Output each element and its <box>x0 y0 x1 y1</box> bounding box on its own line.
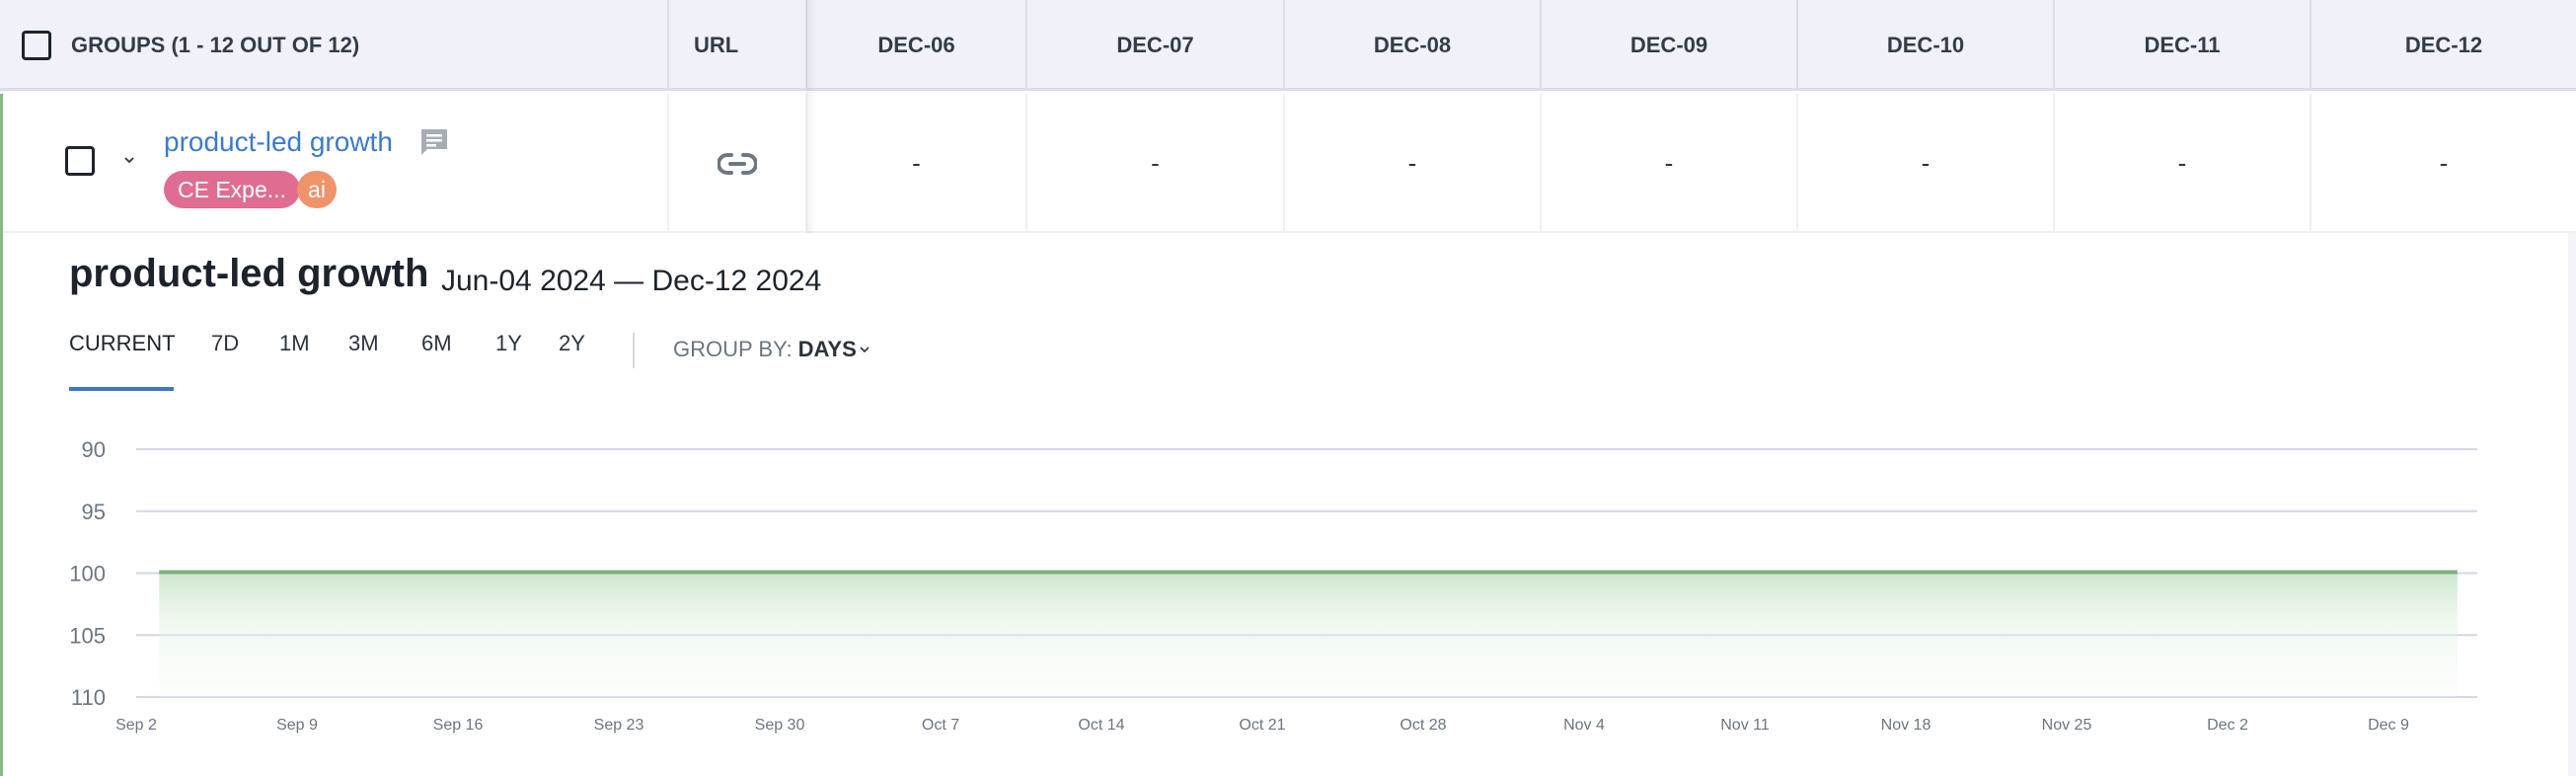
comment-icon[interactable] <box>419 127 449 157</box>
tab-3m[interactable]: 3M <box>348 331 379 356</box>
cell-value: - <box>1664 148 1674 178</box>
value-cell: - <box>2055 94 2311 233</box>
value-cell: - <box>2311 94 2576 233</box>
tab-6m[interactable]: 6M <box>421 331 452 356</box>
tabs-divider <box>633 333 635 368</box>
date-column-header[interactable]: DEC-06 <box>807 0 1027 91</box>
date-column-header[interactable]: DEC-08 <box>1285 0 1542 91</box>
tag-badge[interactable]: ai <box>297 171 337 208</box>
x-tick-label: Dec 2 <box>2207 717 2248 734</box>
y-tick-label: 110 <box>71 685 106 710</box>
table-header: GROUPS (1 - 12 OUT OF 12) URL DEC-06 DEC… <box>0 0 2576 91</box>
chevron-down-icon <box>860 343 870 356</box>
date-column-header[interactable]: DEC-09 <box>1542 0 1798 91</box>
group-by-value: DAYS <box>797 337 857 361</box>
x-tick-label: Sep 2 <box>115 717 157 734</box>
y-tick-label: 100 <box>69 562 106 586</box>
value-cell: - <box>1027 94 1285 233</box>
group-name-link[interactable]: product-led growth <box>164 126 393 158</box>
date-header-label: DEC-12 <box>2404 33 2483 57</box>
tab-1m[interactable]: 1M <box>279 331 310 356</box>
chart-svg: 90 95 100 105 110 Sep 2 Sep 9 Sep 16 Sep 23 Sep … <box>69 437 2477 734</box>
active-tab-indicator <box>69 387 174 391</box>
group-cell: product-led growth CE Expe... ai <box>0 94 669 233</box>
groups-column-header: GROUPS (1 - 12 OUT OF 12) <box>0 0 669 91</box>
date-header-label: DEC-08 <box>1373 33 1452 57</box>
row-checkbox[interactable] <box>65 146 95 176</box>
table-row[interactable]: product-led growth CE Expe... ai - - - -… <box>0 94 2576 233</box>
date-column-header[interactable]: DEC-11 <box>2055 0 2311 91</box>
date-header-label: DEC-06 <box>877 33 955 57</box>
x-tick-label: Oct 21 <box>1239 717 1285 734</box>
scrollbar-track[interactable] <box>2568 233 2576 776</box>
value-cell: - <box>807 94 1027 233</box>
url-header-label: URL <box>694 33 739 57</box>
cell-value: - <box>1921 148 1931 178</box>
x-tick-label: Oct 7 <box>922 717 959 734</box>
x-tick-label: Oct 14 <box>1078 717 1124 734</box>
cell-value: - <box>1407 148 1417 178</box>
cell-value: - <box>1151 148 1160 178</box>
value-cell: - <box>1798 94 2055 233</box>
value-cell: - <box>1285 94 1542 233</box>
y-tick-label: 90 <box>82 437 106 462</box>
x-tick-label: Oct 28 <box>1400 717 1446 734</box>
date-column-header[interactable]: DEC-07 <box>1027 0 1285 91</box>
link-icon[interactable] <box>717 152 758 176</box>
group-by-label: GROUP BY: <box>673 337 793 361</box>
x-tick-label: Nov 11 <box>1720 717 1770 734</box>
groups-header-label: GROUPS (1 - 12 OUT OF 12) <box>71 33 360 57</box>
date-header-label: DEC-09 <box>1629 33 1708 57</box>
x-tick-label: Sep 9 <box>276 717 318 734</box>
x-tick-label: Sep 30 <box>755 717 805 734</box>
x-tick-label: Nov 18 <box>1881 717 1932 734</box>
date-column-header[interactable]: DEC-10 <box>1798 0 2055 91</box>
tab-current[interactable]: CURRENT <box>69 331 176 356</box>
y-tick-label: 105 <box>69 623 106 648</box>
sticky-column-shadow <box>806 0 816 233</box>
value-cell: - <box>1542 94 1798 233</box>
x-tick-label: Dec 9 <box>2368 717 2409 734</box>
url-column-header: URL <box>669 0 807 91</box>
tab-2y[interactable]: 2Y <box>559 331 585 356</box>
date-column-header[interactable]: DEC-12 <box>2311 0 2576 91</box>
y-tick-label: 95 <box>82 500 106 524</box>
date-header-label: DEC-07 <box>1116 33 1194 57</box>
trend-chart: 90 95 100 105 110 Sep 2 Sep 9 Sep 16 Sep 23 Sep … <box>0 415 2576 776</box>
x-tick-label: Sep 16 <box>433 717 484 734</box>
chevron-down-icon[interactable] <box>122 153 136 167</box>
tag-badge[interactable]: CE Expe... <box>164 171 300 208</box>
detail-date-range: Jun-04 2024 — Dec-12 2024 <box>441 265 822 297</box>
cell-value: - <box>2177 148 2187 178</box>
date-header-label: DEC-10 <box>1886 33 1965 57</box>
x-tick-label: Sep 23 <box>594 717 644 734</box>
url-cell <box>669 94 807 233</box>
detail-title: product-led growth <box>69 252 429 295</box>
tab-1y[interactable]: 1Y <box>495 331 522 356</box>
cell-value: - <box>912 148 921 178</box>
x-tick-label: Nov 25 <box>2042 717 2092 734</box>
group-by-dropdown[interactable]: GROUP BY: DAYS <box>673 337 870 362</box>
cell-value: - <box>2439 148 2449 178</box>
series-area <box>159 573 2458 697</box>
x-tick-label: Nov 4 <box>1563 717 1605 734</box>
select-all-checkbox[interactable] <box>22 31 51 60</box>
tab-7d[interactable]: 7D <box>211 331 239 356</box>
date-header-label: DEC-11 <box>2144 33 2221 57</box>
